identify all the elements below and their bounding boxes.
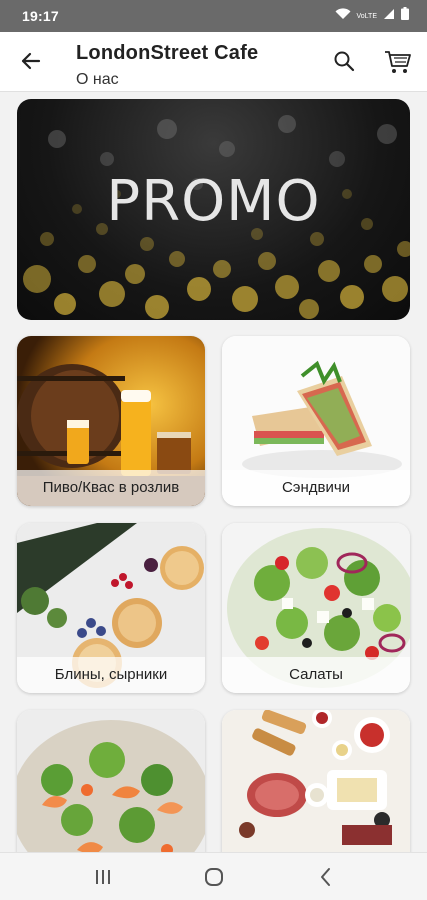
- status-bar: 19:17 VoLTE: [0, 0, 427, 32]
- back-arrow-icon[interactable]: [18, 48, 44, 74]
- volte-indicator: VoLTE: [356, 12, 378, 20]
- battery-icon: [401, 7, 409, 25]
- wifi-icon: [335, 7, 351, 25]
- promo-title: PROMO: [106, 169, 321, 234]
- category-card-sandwiches[interactable]: Сэндвичи: [222, 336, 410, 506]
- page-subtitle: О нас: [76, 71, 119, 88]
- category-card-beer[interactable]: Пиво/Квас в розлив: [17, 336, 205, 506]
- category-label: Пиво/Квас в розлив: [17, 470, 205, 506]
- cart-icon[interactable]: [383, 47, 413, 75]
- category-label: Салаты: [222, 657, 410, 693]
- recent-apps-icon[interactable]: [91, 865, 115, 889]
- category-label: Сэндвичи: [222, 470, 410, 506]
- status-time: 19:17: [22, 8, 59, 24]
- system-nav-bar: [0, 852, 427, 900]
- category-card-pancakes[interactable]: Блины, сырники: [17, 523, 205, 693]
- promo-banner[interactable]: PROMO: [17, 99, 410, 320]
- search-icon[interactable]: [332, 49, 356, 73]
- system-back-icon[interactable]: [314, 865, 338, 889]
- home-icon[interactable]: [202, 865, 226, 889]
- signal-icon: [383, 7, 395, 25]
- status-icons: VoLTE: [335, 7, 409, 25]
- category-card-salads[interactable]: Салаты: [222, 523, 410, 693]
- page-title: LondonStreet Cafe: [76, 42, 259, 64]
- app-bar: LondonStreet Cafe О нас: [0, 32, 427, 92]
- category-label: Блины, сырники: [17, 657, 205, 693]
